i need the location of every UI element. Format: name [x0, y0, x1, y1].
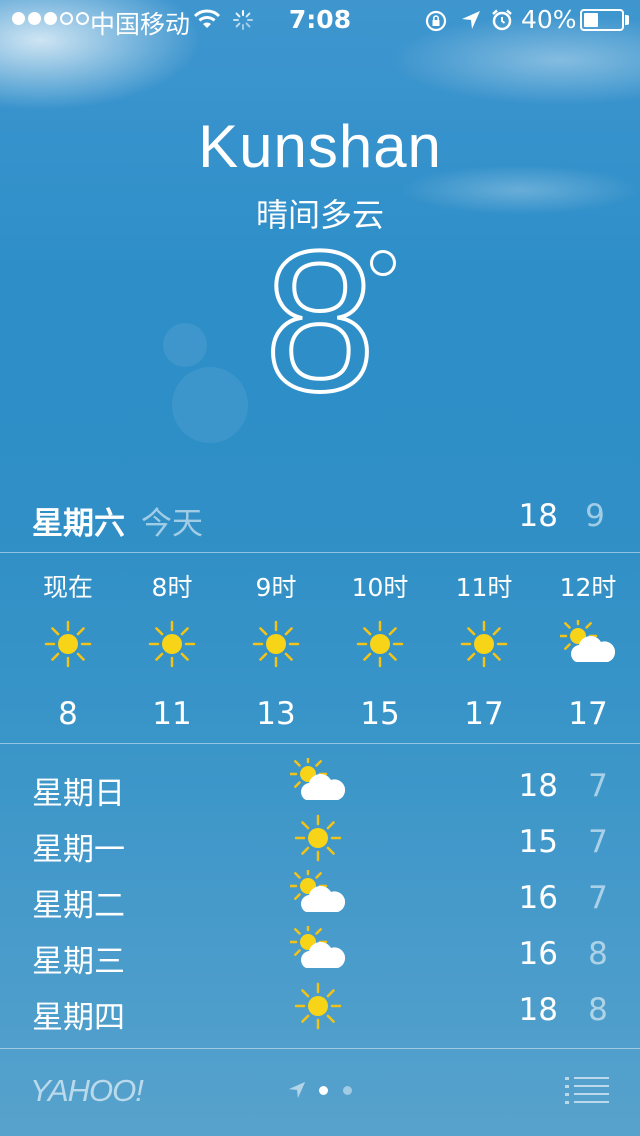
day-name: 星期四 — [32, 1000, 125, 1036]
hour-column: 9时 13 — [224, 568, 328, 732]
sun-icon — [148, 620, 196, 668]
status-bar: 中国移动 7:08 40% — [0, 0, 640, 40]
day-low: 8 — [588, 936, 608, 972]
hour-column: 11时 17 — [432, 568, 536, 732]
hour-temperature: 15 — [360, 696, 400, 732]
degree-symbol — [370, 250, 396, 276]
current-temperature: 8 — [262, 210, 377, 433]
divider-bottom — [0, 1048, 640, 1049]
day-high: 18 — [518, 768, 558, 804]
partly-cloudy-icon — [290, 870, 346, 912]
divider-top — [0, 552, 640, 553]
today-high: 18 — [518, 498, 558, 534]
day-name: 星期二 — [32, 888, 125, 924]
battery-tip — [625, 15, 629, 25]
day-low: 7 — [588, 880, 608, 916]
hour-label: 9时 — [255, 573, 297, 602]
city-name: Kunshan — [198, 113, 442, 180]
sun-icon — [356, 620, 404, 668]
hour-temperature: 17 — [464, 696, 504, 732]
battery-percentage: 40% — [521, 5, 577, 34]
hour-label: 现在 — [42, 573, 93, 602]
sun-icon — [294, 814, 342, 862]
hour-temperature: 11 — [152, 696, 192, 732]
day-high: 18 — [518, 992, 558, 1028]
daily-row: 星期四 18 8 — [0, 982, 640, 1040]
current-location-icon[interactable] — [287, 1080, 307, 1100]
day-name: 星期三 — [32, 944, 125, 980]
hour-column: 10时 15 — [328, 568, 432, 732]
location-arrow-icon — [462, 11, 480, 29]
yahoo-logo[interactable]: YAHOO! — [30, 1073, 144, 1109]
hour-column: 8时 11 — [120, 568, 224, 732]
hour-label: 8时 — [151, 573, 193, 602]
battery-icon — [580, 9, 624, 31]
page-dot[interactable] — [319, 1086, 328, 1095]
today-low: 9 — [585, 498, 605, 534]
day-high: 16 — [518, 880, 558, 916]
city-list-icon[interactable] — [565, 1076, 609, 1106]
sun-icon — [44, 620, 92, 668]
hour-temperature: 8 — [58, 696, 78, 732]
day-name: 星期一 — [32, 832, 125, 868]
hour-column: 现在 8 — [16, 568, 120, 732]
day-low: 7 — [588, 768, 608, 804]
day-low: 8 — [588, 992, 608, 1028]
hour-label: 11时 — [455, 573, 513, 602]
daily-row: 星期一 15 7 — [0, 814, 640, 872]
partly-cloudy-icon — [560, 620, 616, 662]
hour-temperature: 13 — [256, 696, 296, 732]
page-dot[interactable] — [343, 1086, 352, 1095]
hour-column: 12时 17 — [536, 568, 640, 732]
sun-icon — [460, 620, 508, 668]
daily-row: 星期三 16 8 — [0, 926, 640, 984]
day-name: 星期日 — [32, 776, 125, 812]
day-high: 15 — [518, 824, 558, 860]
day-high: 16 — [518, 936, 558, 972]
partly-cloudy-icon — [290, 758, 346, 800]
daily-row: 星期二 16 7 — [0, 870, 640, 928]
daily-row: 星期日 18 7 — [0, 758, 640, 816]
divider-middle — [0, 743, 640, 744]
hour-label: 10时 — [351, 573, 409, 602]
hour-label: 12时 — [559, 573, 617, 602]
today-weekday: 星期六 — [32, 506, 125, 542]
day-low: 7 — [588, 824, 608, 860]
sun-icon — [252, 620, 300, 668]
partly-cloudy-icon — [290, 926, 346, 968]
alarm-clock-icon — [492, 9, 512, 31]
rotation-lock-icon — [425, 10, 447, 32]
today-label: 今天 — [141, 506, 203, 542]
hour-temperature: 17 — [568, 696, 608, 732]
sun-icon — [294, 982, 342, 1030]
